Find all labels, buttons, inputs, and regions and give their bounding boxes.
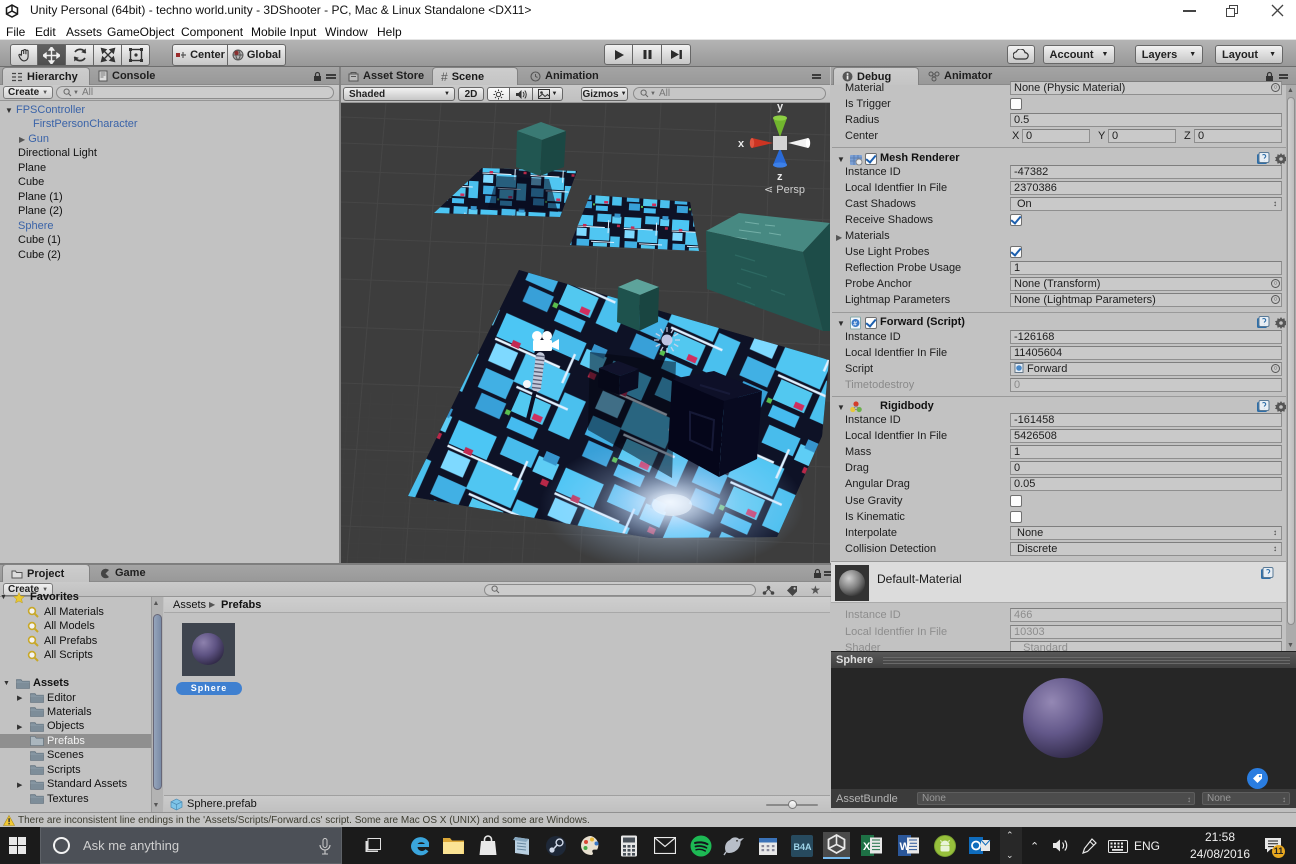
svg-text:X: X bbox=[863, 841, 871, 853]
svg-text:#: # bbox=[853, 321, 857, 328]
svg-text:x: x bbox=[738, 138, 745, 150]
svg-text:W: W bbox=[900, 841, 911, 853]
svg-text:B4A: B4A bbox=[793, 842, 812, 852]
svg-text:⋖ Persp: ⋖ Persp bbox=[764, 184, 805, 196]
svg-text:y: y bbox=[777, 103, 784, 113]
svg-text:z: z bbox=[777, 171, 783, 183]
